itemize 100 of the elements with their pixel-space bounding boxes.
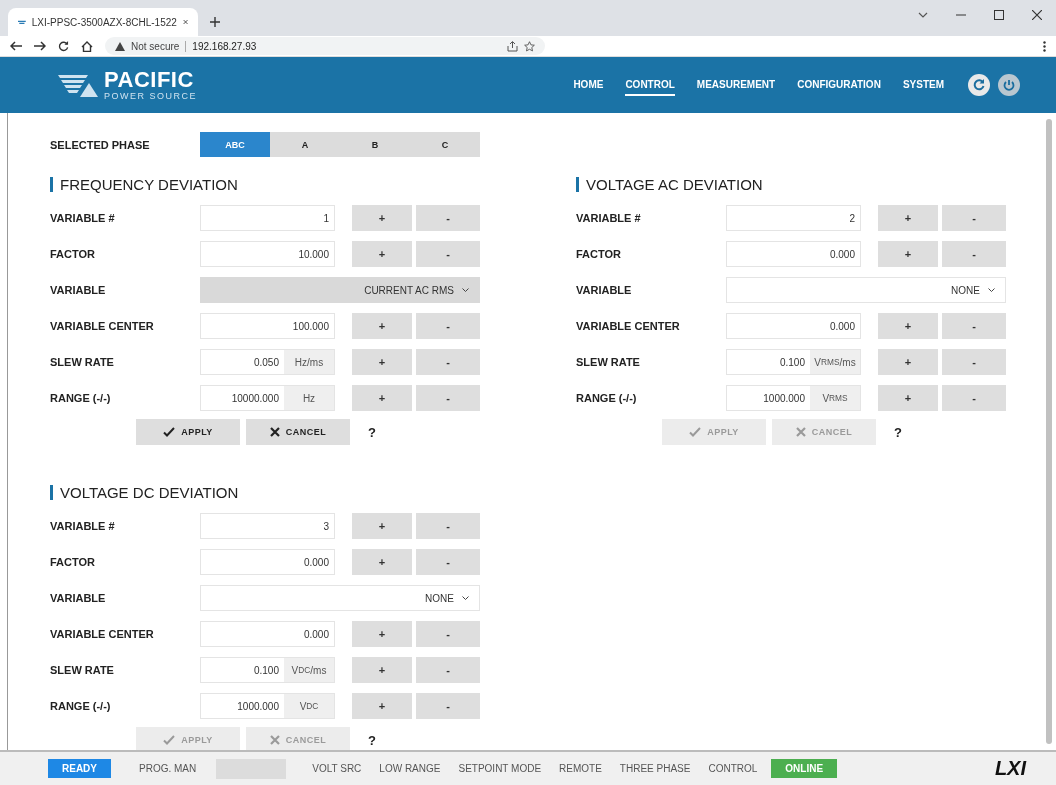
- increment-button[interactable]: +: [878, 313, 938, 339]
- cancel-button[interactable]: CANCEL: [246, 419, 350, 445]
- field-label: SLEW RATE: [50, 664, 115, 676]
- chevron-down-icon: [988, 288, 995, 292]
- number-field[interactable]: 10.000: [200, 241, 335, 267]
- increment-button[interactable]: +: [878, 241, 938, 267]
- logo-subtitle: POWER SOURCE: [104, 91, 197, 101]
- nav-link[interactable]: CONTROL: [625, 74, 675, 96]
- unit-label: Hz: [284, 386, 334, 410]
- field-label: VARIABLE #: [50, 212, 116, 224]
- decrement-button[interactable]: -: [942, 349, 1006, 375]
- share-icon[interactable]: [507, 40, 518, 52]
- number-field[interactable]: 0.000: [726, 313, 861, 339]
- nav-link[interactable]: SYSTEM: [902, 74, 944, 96]
- number-field[interactable]: 100.000: [200, 313, 335, 339]
- refresh-icon[interactable]: [968, 74, 990, 96]
- dropdown-value: NONE: [951, 284, 980, 296]
- logo-icon: [58, 73, 98, 97]
- nav-link[interactable]: MEASUREMENT: [696, 74, 776, 96]
- increment-button[interactable]: +: [352, 621, 412, 647]
- field-value: 0.050: [252, 356, 280, 368]
- decrement-button[interactable]: -: [416, 693, 480, 719]
- field-label: VARIABLE: [50, 592, 107, 604]
- close-icon[interactable]: [1032, 10, 1042, 20]
- decrement-button[interactable]: -: [416, 313, 480, 339]
- browser-tab[interactable]: LXI-PPSC-3500AZX-8CHL-1522: [8, 8, 198, 36]
- decrement-button[interactable]: -: [416, 385, 480, 411]
- star-icon[interactable]: [524, 40, 535, 52]
- decrement-button[interactable]: -: [416, 241, 480, 267]
- increment-button[interactable]: +: [878, 385, 938, 411]
- increment-button[interactable]: +: [352, 513, 412, 539]
- reload-icon[interactable]: [58, 40, 69, 52]
- help-link[interactable]: ?: [368, 732, 376, 748]
- decrement-button[interactable]: -: [416, 349, 480, 375]
- field-label: SLEW RATE: [576, 356, 641, 368]
- decrement-button[interactable]: -: [942, 385, 1006, 411]
- nav-link[interactable]: HOME: [573, 74, 604, 96]
- address-field[interactable]: Not secure 192.168.27.93: [105, 37, 545, 55]
- increment-button[interactable]: +: [352, 385, 412, 411]
- decrement-button[interactable]: -: [416, 205, 480, 231]
- variable-dropdown[interactable]: NONE: [726, 277, 1006, 303]
- decrement-button[interactable]: -: [942, 205, 1006, 231]
- help-link[interactable]: ?: [368, 424, 376, 440]
- increment-button[interactable]: +: [352, 349, 412, 375]
- number-field[interactable]: 1: [200, 205, 335, 231]
- maximize-icon[interactable]: [994, 10, 1004, 20]
- field-label: VARIABLE #: [50, 520, 116, 532]
- unit-label: Hz/ms: [284, 350, 334, 374]
- number-field[interactable]: 0.000: [726, 241, 861, 267]
- menu-icon[interactable]: [1043, 40, 1046, 52]
- field-value: 1000.000: [236, 700, 280, 712]
- number-field[interactable]: 0.000: [200, 621, 335, 647]
- number-field[interactable]: 2: [726, 205, 861, 231]
- field-value: 1000.000: [762, 392, 806, 404]
- variable-dropdown[interactable]: NONE: [200, 585, 480, 611]
- apply-button[interactable]: APPLY: [136, 419, 240, 445]
- decrement-button[interactable]: -: [942, 241, 1006, 267]
- forward-arrow-icon[interactable]: [34, 41, 46, 51]
- number-field[interactable]: 0.000: [200, 549, 335, 575]
- field-label: RANGE (-/-): [50, 392, 112, 404]
- tab-title: LXI-PPSC-3500AZX-8CHL-1522: [31, 16, 177, 28]
- decrement-button[interactable]: -: [942, 313, 1006, 339]
- power-icon[interactable]: [998, 74, 1020, 96]
- increment-button[interactable]: +: [352, 549, 412, 575]
- decrement-button[interactable]: -: [416, 513, 480, 539]
- field-label: RANGE (-/-): [576, 392, 638, 404]
- number-field[interactable]: 0.050 Hz/ms: [200, 349, 335, 375]
- help-link[interactable]: ?: [894, 424, 902, 440]
- chevron-down-icon: [462, 596, 469, 600]
- phase-tab[interactable]: ABC: [200, 132, 270, 157]
- warning-icon: [115, 41, 125, 51]
- increment-button[interactable]: +: [878, 205, 938, 231]
- chevron-down-icon[interactable]: [918, 12, 928, 18]
- decrement-button[interactable]: -: [416, 549, 480, 575]
- section-title: FREQUENCY DEVIATION: [60, 175, 238, 193]
- number-field[interactable]: 3: [200, 513, 335, 539]
- new-tab-icon[interactable]: [210, 17, 220, 27]
- increment-button[interactable]: +: [352, 205, 412, 231]
- lxi-logo: LXI: [994, 757, 1026, 780]
- status-indicator: READY: [48, 759, 111, 778]
- increment-button[interactable]: +: [352, 241, 412, 267]
- close-icon[interactable]: [182, 18, 188, 26]
- field-label: FACTOR: [50, 248, 97, 260]
- home-icon[interactable]: [81, 40, 93, 52]
- decrement-button[interactable]: -: [416, 657, 480, 683]
- title-marker: [50, 484, 53, 500]
- field-label: VARIABLE: [50, 284, 107, 296]
- increment-button[interactable]: +: [878, 349, 938, 375]
- status-indicator: PROG. MAN: [138, 762, 198, 776]
- number-field[interactable]: 10000.000 Hz: [200, 385, 335, 411]
- increment-button[interactable]: +: [352, 693, 412, 719]
- status-indicator: SETPOINT MODE: [457, 762, 543, 776]
- field-value: 0.100: [252, 664, 280, 676]
- increment-button[interactable]: +: [352, 657, 412, 683]
- close-icon: [269, 735, 280, 745]
- field-value: 0.100: [778, 356, 806, 368]
- nav-link[interactable]: CONFIGURATION: [797, 74, 881, 96]
- decrement-button[interactable]: -: [416, 621, 480, 647]
- back-arrow-icon[interactable]: [10, 41, 22, 51]
- increment-button[interactable]: +: [352, 313, 412, 339]
